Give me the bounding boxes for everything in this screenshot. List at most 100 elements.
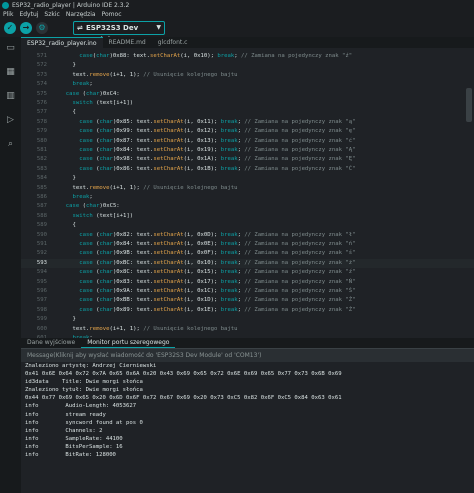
line-number: 580 — [36, 137, 47, 144]
tab-glcdfont[interactable]: glcdfont.c — [152, 37, 194, 48]
code-text: { — [72, 222, 76, 229]
line-number: 572 — [36, 62, 47, 69]
code-text: switch (text[i+1]) — [72, 212, 134, 219]
code-line: 578 case (char)0x85: text.setCharAt(i, 0… — [21, 118, 474, 127]
code-text: case (char)0x85: text.setCharAt(i, 0x11)… — [79, 118, 356, 125]
line-number: 585 — [36, 184, 47, 191]
tab-readme[interactable]: README.md — [103, 37, 152, 48]
serial-line: Znaleziono tytuł: Dwie morgi słońca — [25, 387, 143, 394]
line-number: 587 — [36, 203, 47, 210]
line-number: 576 — [36, 100, 47, 106]
line-number: 577 — [36, 109, 47, 116]
panel-tabs: Dane wyjściowe Monitor portu szeregowego — [21, 338, 474, 348]
code-line: 585 text.remove(i+1, 1); // Usunięcie ko… — [21, 184, 474, 193]
code-line: 592 case (char)0x9B: text.setCharAt(i, 0… — [21, 249, 474, 258]
menu-narzedzia[interactable]: Narzędzia — [66, 11, 96, 18]
line-number: 600 — [36, 325, 47, 332]
debug-button[interactable]: ⚙ — [36, 22, 48, 34]
code-text: case (char)0x86: text.setCharAt(i, 0x1B)… — [79, 165, 356, 172]
serial-line: info syncword found at pos 0 — [25, 419, 143, 426]
tab-ino[interactable]: ESP32_radio_player.ino — [21, 37, 103, 48]
code-line: 589 { — [21, 221, 474, 230]
usb-icon: ⇌ — [77, 24, 83, 32]
code-editor[interactable]: 571 case(char)0x88: text.setCharAt(i, 0x… — [21, 48, 474, 338]
search-icon[interactable]: ⌕ — [5, 139, 16, 150]
line-number: 599 — [36, 316, 47, 323]
serial-line: info BitRate: 128000 — [25, 452, 116, 459]
code-line: 580 case (char)0x87: text.setCharAt(i, 0… — [21, 137, 474, 146]
line-number: 598 — [36, 306, 47, 313]
code-line: 575 case (char)0xC4: — [21, 90, 474, 99]
code-line: 576 switch (text[i+1]) — [21, 99, 474, 108]
code-line: 591 case (char)0x84: text.setCharAt(i, 0… — [21, 240, 474, 249]
debug-icon[interactable]: ▷ — [5, 115, 16, 126]
boards-manager-icon[interactable]: ▦ — [5, 67, 16, 78]
code-line: 583 case (char)0x86: text.setCharAt(i, 0… — [21, 165, 474, 174]
chevron-down-icon: ▼ — [156, 24, 161, 31]
menu-plik[interactable]: Plik — [3, 11, 13, 18]
line-number: 592 — [36, 250, 47, 257]
line-number: 586 — [36, 194, 47, 200]
code-line: 579 case (char)0x99: text.setCharAt(i, 0… — [21, 127, 474, 136]
code-line: 573 text.remove(i+1, 1); // Usunięcie ko… — [21, 71, 474, 80]
code-text: case (char)0x8C: text.setCharAt(i, 0x15)… — [79, 269, 356, 276]
verify-button[interactable]: ✓ — [4, 22, 16, 34]
tab-output[interactable]: Dane wyjściowe — [21, 338, 81, 348]
code-text: case (char)0x87: text.setCharAt(i, 0x13)… — [79, 137, 356, 144]
line-number: 581 — [36, 147, 47, 153]
code-text: case (char)0x83: text.setCharAt(i, 0x17)… — [79, 278, 356, 285]
code-line: 597 case (char)0xBB: text.setCharAt(i, 0… — [21, 296, 474, 305]
code-text: text.remove(i+1, 1); // Usunięcie kolejn… — [72, 71, 238, 78]
folder-icon[interactable]: ▭ — [5, 43, 16, 54]
code-text: break; — [72, 194, 93, 200]
code-line: 587 case (char)0xC5: — [21, 202, 474, 211]
library-manager-icon[interactable]: ▥ — [5, 91, 16, 102]
title-bar: ESP32_radio_player | Arduino IDE 2.3.2 — [0, 0, 474, 10]
line-number: 584 — [36, 175, 47, 182]
code-text: text.remove(i+1, 1); // Usunięcie kolejn… — [72, 325, 238, 332]
code-text: switch (text[i+1]) — [72, 100, 134, 106]
line-number: 594 — [36, 269, 47, 276]
code-text: case (char)0xC5: — [65, 203, 120, 210]
serial-line: 0x44 0x77 0x69 0x65 0x20 0x6D 0x6F 0x72 … — [25, 395, 342, 402]
line-number: 574 — [36, 81, 47, 88]
code-line: 584 } — [21, 174, 474, 183]
tab-serial-monitor[interactable]: Monitor portu szeregowego — [81, 338, 176, 348]
serial-line: info Channels: 2 — [25, 427, 103, 434]
code-text: case (char)0x82: text.setCharAt(i, 0x0D)… — [79, 231, 356, 238]
line-number: 591 — [36, 241, 47, 247]
code-text: case (char)0x84: text.setCharAt(i, 0x19)… — [79, 147, 356, 153]
line-number: 575 — [36, 90, 47, 97]
code-text: } — [72, 175, 76, 182]
menu-szkic[interactable]: Szkic — [44, 11, 59, 18]
arduino-logo-icon — [2, 1, 9, 9]
code-line: 596 case (char)0x9A: text.setCharAt(i, 0… — [21, 287, 474, 296]
serial-line: info BitsPerSample: 16 — [25, 443, 123, 450]
menu-pomoc[interactable]: Pomoc — [102, 11, 122, 18]
code-text: case (char)0x99: text.setCharAt(i, 0x12)… — [79, 128, 356, 135]
code-line: 581 case (char)0x84: text.setCharAt(i, 0… — [21, 146, 474, 155]
code-line: 590 case (char)0x82: text.setCharAt(i, 0… — [21, 231, 474, 240]
upload-button[interactable]: → — [20, 22, 32, 34]
code-line: 594 case (char)0x8C: text.setCharAt(i, 0… — [21, 268, 474, 277]
serial-message-input[interactable]: Message(Kliknij aby wysłać wiadomość do … — [21, 348, 474, 362]
code-line: 588 switch (text[i+1]) — [21, 212, 474, 221]
board-selector[interactable]: ⇌ ESP32S3 Dev Module ▼ — [73, 21, 165, 44]
code-line: 599 } — [21, 315, 474, 324]
code-line: 586 break; — [21, 193, 474, 202]
line-number: 583 — [36, 165, 47, 172]
line-number: 593 — [36, 259, 47, 266]
serial-line: info SampleRate: 44100 — [25, 435, 123, 442]
code-line: 582 case (char)0x98: text.setCharAt(i, 0… — [21, 155, 474, 164]
code-text: } — [72, 62, 76, 69]
code-text: { — [72, 109, 76, 116]
code-text: case (char)0x9B: text.setCharAt(i, 0x0F)… — [79, 250, 356, 257]
code-text: case(char)0x88: text.setCharAt(i, 0x10);… — [79, 53, 353, 59]
code-text: case (char)0x84: text.setCharAt(i, 0x0E)… — [79, 241, 356, 247]
serial-line: 0x41 0x6E 0x64 0x72 0x7A 0x65 0x6A 0x20 … — [25, 371, 342, 378]
code-text: case (char)0xC4: — [65, 90, 120, 97]
line-number: 595 — [36, 278, 47, 285]
code-text: case (char)0xBB: text.setCharAt(i, 0x1D)… — [79, 297, 356, 304]
code-line: 595 case (char)0x83: text.setCharAt(i, 0… — [21, 278, 474, 287]
menu-edytuj[interactable]: Edytuj — [19, 11, 38, 18]
